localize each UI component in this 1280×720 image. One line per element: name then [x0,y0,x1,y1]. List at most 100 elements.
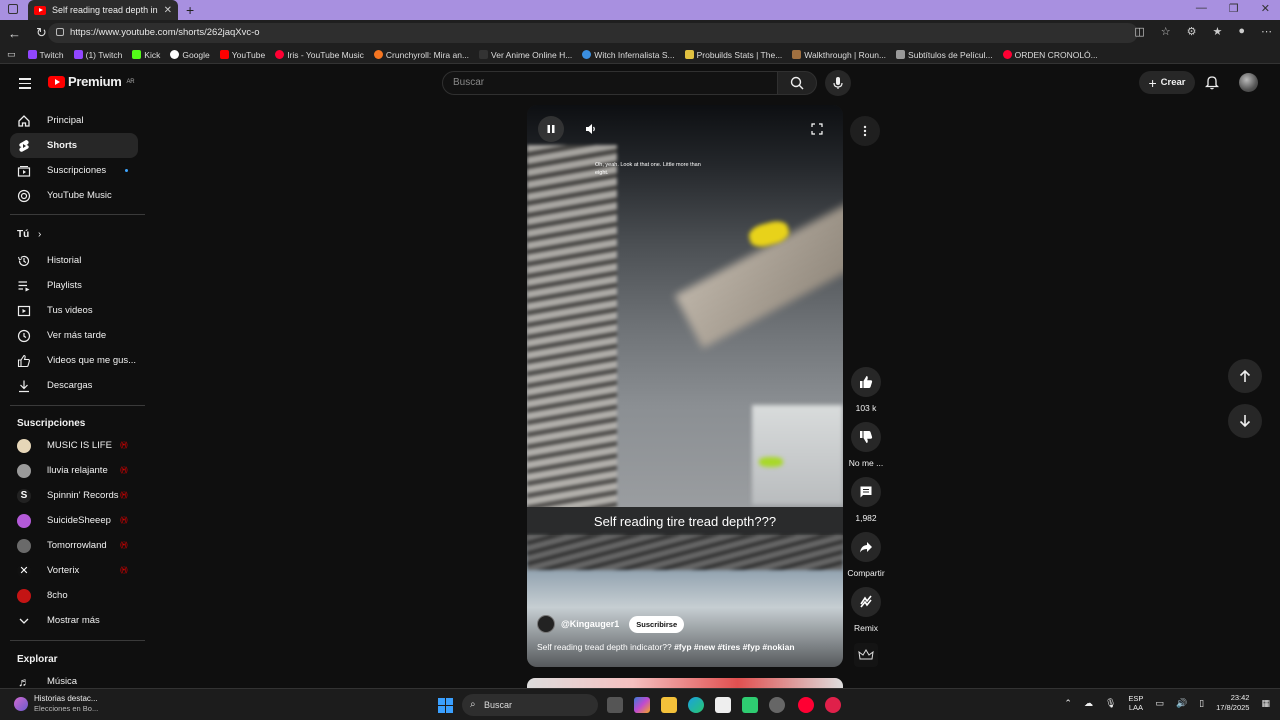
youtube-premium-logo[interactable]: Premium AR [48,74,135,89]
sidebar-item-playlists[interactable]: Playlists [10,273,138,298]
news-widget[interactable]: Historias destac... Elecciones en Bo... [14,694,98,714]
sidebar-you-header[interactable]: Tú › [17,229,41,240]
bookmark-item[interactable]: Crunchyroll: Mira an... [373,50,469,60]
create-button[interactable]: + Crear [1139,71,1195,94]
extensions-icon[interactable]: ⚙ [1187,25,1197,38]
sidebar-sub-channel[interactable]: S Spinnin' Records ((•)) [10,483,138,508]
microphone-icon[interactable]: 🎙 [1105,698,1116,709]
bookmark-item[interactable]: Kick [132,50,160,60]
browser-menu-icon[interactable] [8,4,18,14]
sidebar-sub-channel[interactable]: 8cho [10,583,138,608]
subscribe-button[interactable]: Suscribirse [629,615,685,633]
sidebar-sub-channel[interactable]: Tomorrowland ((•)) [10,533,138,558]
short-video-player[interactable]: Self reading tire tread depth??? Oh, yea… [527,105,843,667]
browser-tab-active[interactable]: Self reading tread depth indic ✕ [28,0,178,20]
bookmark-item[interactable]: Probuilds Stats | The... [684,50,782,60]
sidebar-sub-channel[interactable]: ✕ Vorterix ((•)) [10,558,138,583]
bookmark-item[interactable]: ORDEN CRONOLÓ... [1002,50,1098,60]
pause-icon [547,125,555,133]
display-icon[interactable]: ▭ [1155,698,1164,709]
fullscreen-button[interactable] [804,116,830,142]
bookmark-item[interactable]: Ver Anime Online H... [479,50,572,60]
sidebar-item-tus-videos[interactable]: Tus videos [10,298,138,323]
bookmark-item[interactable]: Subtítulos de Películ... [896,50,993,60]
taskbar-search[interactable]: ⌕ Buscar [462,694,598,716]
sidebar-sub-channel[interactable]: MUSIC IS LIFE ((•)) [10,433,138,458]
bookmark-gamepad-icon[interactable]: ▭ [7,49,16,60]
sidebar-item-youtube-music[interactable]: YouTube Music [10,183,138,208]
chevron-up-icon[interactable]: ⌃ [1064,698,1072,709]
user-avatar[interactable] [1239,73,1258,92]
file-explorer-icon[interactable] [661,697,677,713]
sidebar-item-principal[interactable]: Principal [10,108,138,133]
split-screen-icon[interactable]: ◫ [1134,25,1144,38]
next-short-button[interactable] [1228,404,1262,438]
sidebar-item-suscripciones[interactable]: Suscripciones [10,158,138,183]
minimize-icon[interactable]: — [1196,2,1207,15]
sidebar-item-descargas[interactable]: Descargas [10,373,138,398]
bookmark-item[interactable]: Iris - YouTube Music [275,50,364,60]
notification-center-icon[interactable]: ▦ [1261,698,1270,709]
walkthrough-icon [792,50,802,59]
video-description[interactable]: Self reading tread depth indicator?? #fy… [537,642,795,652]
sidebar-item-musica[interactable]: ♬ Música [10,669,138,689]
sidebar-sub-channel[interactable]: SuicideSheeep ((•)) [10,508,138,533]
store-icon[interactable] [715,697,731,713]
sidebar-item-shorts[interactable]: Shorts [10,133,138,158]
sidebar-item-liked-videos[interactable]: Videos que me gus... [10,348,138,373]
comments-button[interactable] [851,477,881,507]
new-tab-icon[interactable]: + [186,0,194,20]
hamburger-menu-icon[interactable] [19,78,31,92]
close-tab-icon[interactable]: ✕ [164,5,172,16]
like-button[interactable] [851,367,881,397]
youtube-icon [219,50,229,59]
share-button[interactable] [851,532,881,562]
task-view-icon[interactable] [607,697,623,713]
remix-button[interactable] [851,587,881,617]
app-icon[interactable] [769,697,785,713]
url-field[interactable]: https://www.youtube.com/shorts/262jaqXvc… [48,23,1138,43]
voice-search-button[interactable] [825,70,851,96]
start-button[interactable] [438,698,453,713]
app-icon[interactable] [825,697,841,713]
sidebar-show-more[interactable]: Mostrar más [10,608,138,633]
channel-avatar[interactable] [537,615,555,633]
bookmark-item[interactable]: Walkthrough | Roun... [792,50,886,60]
profile-icon[interactable]: ● [1238,25,1245,38]
close-window-icon[interactable]: ✕ [1261,2,1270,15]
notifications-button[interactable] [1204,74,1220,95]
network-icon[interactable]: ☁ [1084,698,1093,709]
favorite-icon[interactable]: ☆ [1161,25,1171,38]
bookmark-item[interactable]: Witch Infernalista S... [582,50,675,60]
dislike-button[interactable] [851,422,881,452]
volume-button[interactable] [578,116,604,142]
sound-thumbnail[interactable] [854,643,878,667]
maximize-icon[interactable]: ❐ [1229,2,1239,15]
favorites-bar-icon[interactable]: ★ [1212,25,1222,38]
back-icon[interactable]: ← [8,26,28,41]
language-indicator[interactable]: ESP LAA [1128,694,1143,712]
bookmark-item[interactable]: Google [170,50,210,60]
channel-name[interactable]: @Kingauger1 [561,619,619,629]
search-input[interactable]: Buscar [442,71,778,95]
youtube-music-app-icon[interactable] [798,697,814,713]
clock[interactable]: 23:42 17/8/2025 [1216,693,1249,713]
battery-icon[interactable]: ▯ [1199,698,1204,709]
search-button[interactable] [777,71,817,95]
next-short-preview[interactable] [527,678,843,688]
copilot-icon[interactable] [634,697,650,713]
sidebar-item-ver-mas-tarde[interactable]: Ver más tarde [10,323,138,348]
pause-button[interactable] [538,116,564,142]
more-options-button[interactable] [850,116,880,146]
settings-more-icon[interactable]: ⋯ [1261,25,1272,38]
bookmark-item[interactable]: YouTube [219,50,265,60]
bookmark-item[interactable]: (1) Twitch [73,50,122,60]
previous-short-button[interactable] [1228,359,1262,393]
sidebar-item-historial[interactable]: Historial [10,248,138,273]
app-icon[interactable] [742,697,758,713]
edge-icon[interactable] [688,697,704,713]
hashtags[interactable]: #fyp #new #tires #fyp #nokian [674,642,794,652]
speaker-icon[interactable]: 🔊 [1176,698,1187,709]
bookmark-item[interactable]: Twitch [27,50,64,60]
sidebar-sub-channel[interactable]: lluvia relajante ((•)) [10,458,138,483]
